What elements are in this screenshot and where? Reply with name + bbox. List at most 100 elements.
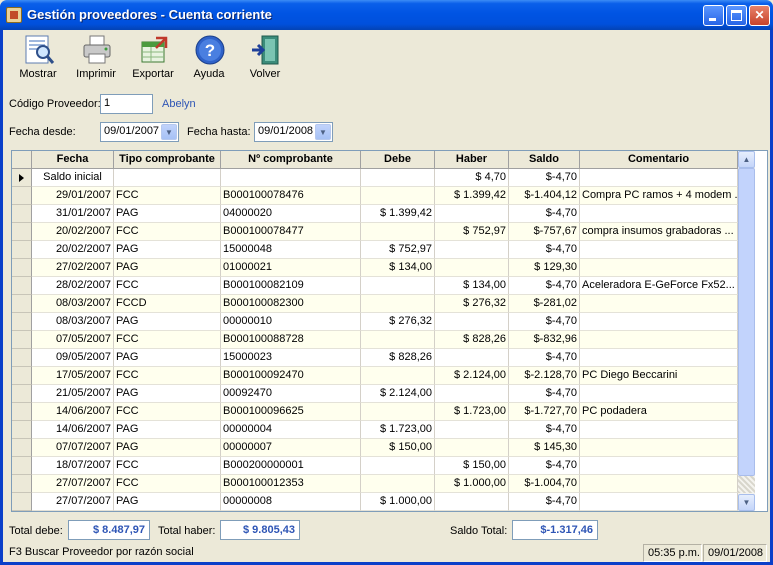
cell-tipo[interactable]: FCCD (114, 295, 221, 313)
cell-saldo[interactable]: $-4,70 (509, 385, 580, 403)
table-row[interactable]: 21/05/2007 PAG 00092470 $ 2.124,00 $-4,70 (12, 385, 738, 403)
cell-debe[interactable]: $ 150,00 (361, 439, 435, 457)
cell-numero[interactable]: B000100078477 (221, 223, 361, 241)
fecha-desde-dropdown-button[interactable]: ▼ (161, 124, 177, 140)
fecha-hasta-dropdown-button[interactable]: ▼ (315, 124, 331, 140)
row-selector[interactable] (12, 385, 32, 403)
cell-comentario[interactable]: Compra PC ramos + 4 modem ... (580, 187, 738, 205)
cell-haber[interactable]: $ 134,00 (435, 277, 509, 295)
cell-comentario[interactable] (580, 493, 738, 511)
row-selector[interactable] (12, 421, 32, 439)
cell-debe[interactable] (361, 187, 435, 205)
cell-comentario[interactable] (580, 421, 738, 439)
table-row[interactable]: 27/07/2007 PAG 00000008 $ 1.000,00 $-4,70 (12, 493, 738, 511)
cell-fecha[interactable]: 08/03/2007 (32, 295, 114, 313)
cell-tipo[interactable]: PAG (114, 313, 221, 331)
close-button[interactable]: ✕ (749, 5, 770, 26)
cell-haber[interactable] (435, 313, 509, 331)
table-row[interactable]: 09/05/2007 PAG 15000023 $ 828,26 $-4,70 (12, 349, 738, 367)
cell-numero[interactable] (221, 169, 361, 187)
cell-numero[interactable]: B000100088728 (221, 331, 361, 349)
cell-saldo[interactable]: $-1.004,70 (509, 475, 580, 493)
row-selector[interactable] (12, 457, 32, 475)
cell-comentario[interactable] (580, 475, 738, 493)
cell-comentario[interactable] (580, 295, 738, 313)
cell-fecha[interactable]: 27/07/2007 (32, 493, 114, 511)
cell-haber[interactable]: $ 1.000,00 (435, 475, 509, 493)
cell-comentario[interactable]: PC podadera (580, 403, 738, 421)
cell-debe[interactable] (361, 169, 435, 187)
cell-saldo[interactable]: $-281,02 (509, 295, 580, 313)
fecha-desde-picker[interactable]: 09/01/2007 ▼ (100, 122, 179, 142)
cell-numero[interactable]: B000100078476 (221, 187, 361, 205)
title-bar[interactable]: Gestión proveedores - Cuenta corriente ✕ (0, 0, 773, 30)
row-selector[interactable] (12, 295, 32, 313)
cell-fecha[interactable]: 14/06/2007 (32, 421, 114, 439)
cell-comentario[interactable]: compra insumos grabadoras ... (580, 223, 738, 241)
cell-haber[interactable]: $ 2.124,00 (435, 367, 509, 385)
row-selector[interactable] (12, 349, 32, 367)
cell-tipo[interactable]: PAG (114, 385, 221, 403)
cell-numero[interactable]: 04000020 (221, 205, 361, 223)
grid-vertical-scrollbar[interactable]: ▲ ▼ (738, 151, 755, 511)
cell-tipo[interactable]: FCC (114, 223, 221, 241)
cell-saldo[interactable]: $-4,70 (509, 421, 580, 439)
cell-numero[interactable]: 00092470 (221, 385, 361, 403)
cell-numero[interactable]: B000200000001 (221, 457, 361, 475)
cell-numero[interactable]: 00000004 (221, 421, 361, 439)
cell-comentario[interactable] (580, 349, 738, 367)
cell-haber[interactable] (435, 493, 509, 511)
cell-haber[interactable] (435, 385, 509, 403)
cell-comentario[interactable] (580, 205, 738, 223)
table-row[interactable]: 14/06/2007 PAG 00000004 $ 1.723,00 $-4,70 (12, 421, 738, 439)
cell-saldo[interactable]: $-4,70 (509, 205, 580, 223)
cell-fecha[interactable]: 09/05/2007 (32, 349, 114, 367)
proveedor-name-link[interactable]: Abelyn (162, 98, 196, 110)
cell-debe[interactable] (361, 295, 435, 313)
cell-fecha[interactable]: 20/02/2007 (32, 241, 114, 259)
cell-saldo[interactable]: $-1.404,12 (509, 187, 580, 205)
column-header-tipo[interactable]: Tipo comprobante (114, 151, 221, 169)
cell-debe[interactable] (361, 367, 435, 385)
cell-saldo[interactable]: $-832,96 (509, 331, 580, 349)
cell-debe[interactable] (361, 475, 435, 493)
cell-fecha[interactable]: 18/07/2007 (32, 457, 114, 475)
imprimir-button[interactable]: Imprimir (71, 32, 121, 84)
cell-saldo[interactable]: $ 145,30 (509, 439, 580, 457)
cell-tipo[interactable]: PAG (114, 241, 221, 259)
cell-fecha[interactable]: 27/07/2007 (32, 475, 114, 493)
cell-tipo[interactable]: PAG (114, 259, 221, 277)
volver-button[interactable]: Volver (240, 32, 290, 84)
cell-tipo[interactable]: PAG (114, 439, 221, 457)
cell-debe[interactable]: $ 276,32 (361, 313, 435, 331)
exportar-button[interactable]: Exportar (128, 32, 178, 84)
table-row[interactable]: 17/05/2007 FCC B000100092470 $ 2.124,00 $-2.… (12, 367, 738, 385)
column-header-comentario[interactable]: Comentario (580, 151, 738, 169)
cell-saldo[interactable]: $-4,70 (509, 241, 580, 259)
cell-numero[interactable]: 00000008 (221, 493, 361, 511)
codigo-proveedor-input[interactable]: 1 (100, 94, 153, 114)
cell-debe[interactable]: $ 134,00 (361, 259, 435, 277)
cell-tipo[interactable]: PAG (114, 421, 221, 439)
table-row[interactable]: 27/02/2007 PAG 01000021 $ 134,00 $ 129,30 (12, 259, 738, 277)
row-selector[interactable] (12, 169, 32, 187)
cell-haber[interactable]: $ 828,26 (435, 331, 509, 349)
cell-haber[interactable] (435, 439, 509, 457)
cell-numero[interactable]: 00000007 (221, 439, 361, 457)
minimize-button[interactable] (703, 5, 724, 26)
cell-fecha[interactable]: 28/02/2007 (32, 277, 114, 295)
cell-haber[interactable]: $ 752,97 (435, 223, 509, 241)
cell-haber[interactable]: $ 276,32 (435, 295, 509, 313)
fecha-hasta-value[interactable]: 09/01/2008 (258, 125, 313, 137)
table-row[interactable]: 31/01/2007 PAG 04000020 $ 1.399,42 $-4,70 (12, 205, 738, 223)
table-row[interactable]: Saldo inicial $ 4,70 $-4,70 (12, 169, 738, 187)
cell-numero[interactable]: B000100012353 (221, 475, 361, 493)
row-selector[interactable] (12, 223, 32, 241)
cell-comentario[interactable]: PC Diego Beccarini (580, 367, 738, 385)
cell-saldo[interactable]: $-4,70 (509, 169, 580, 187)
cell-saldo[interactable]: $-757,67 (509, 223, 580, 241)
cell-numero[interactable]: B000100096625 (221, 403, 361, 421)
maximize-button[interactable] (726, 5, 747, 26)
cell-fecha[interactable]: 20/02/2007 (32, 223, 114, 241)
cell-fecha[interactable]: 07/07/2007 (32, 439, 114, 457)
